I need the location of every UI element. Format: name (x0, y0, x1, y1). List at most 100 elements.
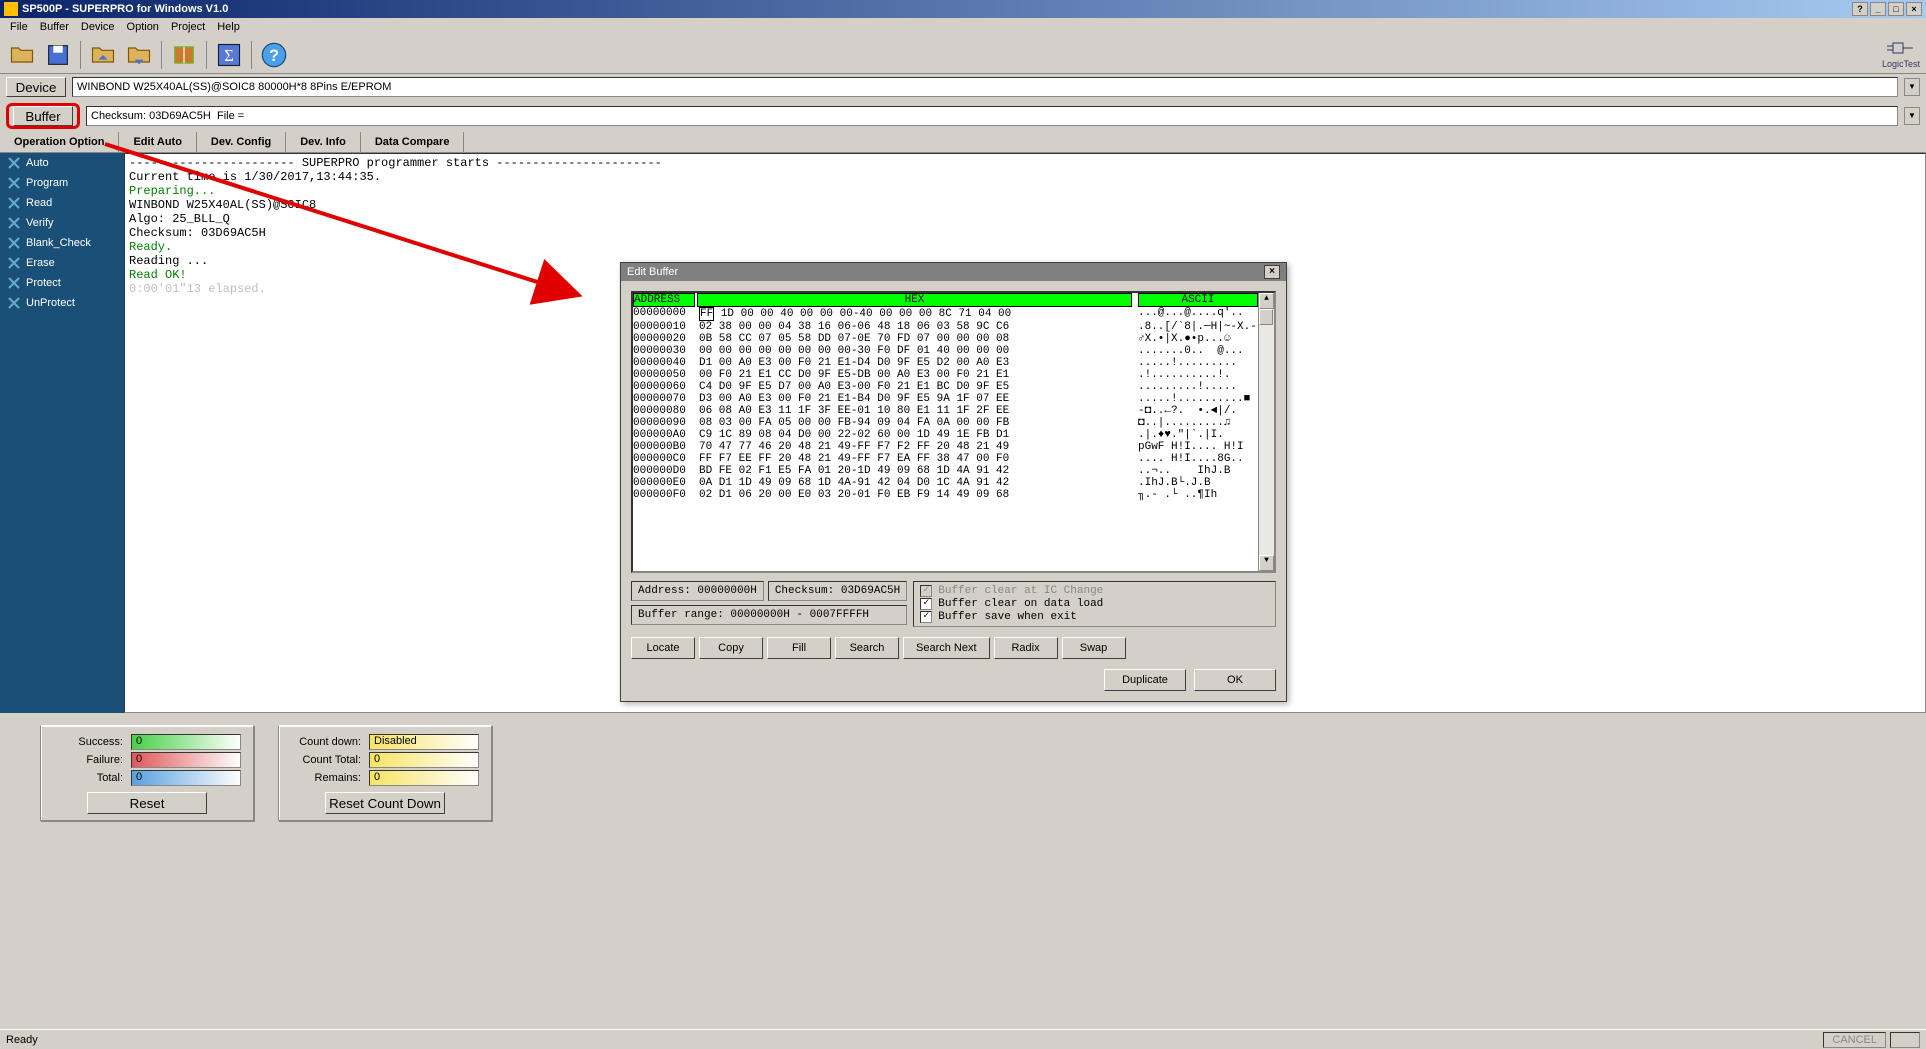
hex-row[interactable]: 0000001002 38 00 00 04 38 16 06-06 48 18… (633, 321, 1258, 333)
hex-row[interactable]: 00000040D1 00 A0 E3 00 F0 21 E1-D4 D0 9F… (633, 357, 1258, 369)
menu-project[interactable]: Project (165, 19, 211, 35)
x-icon (8, 297, 20, 309)
dialog-swap-button[interactable]: Swap (1062, 637, 1126, 659)
sigma-icon[interactable]: Σ (213, 39, 245, 71)
check-dataload[interactable]: ✓Buffer clear on data load (920, 598, 1269, 610)
logictest-button[interactable]: LogicTest (1882, 41, 1920, 69)
hex-row[interactable]: 000000D0BD FE 02 F1 E5 FA 01 20-1D 49 09… (633, 465, 1258, 477)
dialog-search-button[interactable]: Search (835, 637, 899, 659)
hex-scrollbar[interactable]: ▲ ▼ (1258, 293, 1274, 571)
book-icon[interactable] (168, 39, 200, 71)
hex-row[interactable]: 00000060C4 D0 9F E5 D7 00 A0 E3-00 F0 21… (633, 381, 1258, 393)
hex-bytes[interactable]: 02 38 00 00 04 38 16 06-06 48 18 06 03 5… (699, 321, 1130, 333)
dialog-radix-button[interactable]: Radix (994, 637, 1058, 659)
hex-bytes[interactable]: FF F7 EE FF 20 48 21 49-FF F7 EA FF 38 4… (699, 453, 1130, 465)
status-cancel[interactable]: CANCEL (1823, 1032, 1886, 1048)
hex-row[interactable]: 000000200B 58 CC 07 05 58 DD 07-0E 70 FD… (633, 333, 1258, 345)
hex-row[interactable]: 0000008006 08 A0 E3 11 1F 3F EE-01 10 80… (633, 405, 1258, 417)
reset-countdown-button[interactable]: Reset Count Down (325, 792, 445, 814)
menu-file[interactable]: File (4, 19, 34, 35)
hex-bytes[interactable]: 70 47 77 46 20 48 21 49-FF F7 F2 FF 20 4… (699, 441, 1130, 453)
hex-bytes[interactable]: FF 1D 00 00 40 00 00 00-40 00 00 00 8C 7… (699, 307, 1130, 321)
sidebar-item-program[interactable]: Program (0, 173, 124, 193)
dialog-close-button[interactable]: × (1264, 265, 1280, 279)
hex-row[interactable]: 00000070D3 00 A0 E3 00 F0 21 E1-B4 D0 9F… (633, 393, 1258, 405)
checkbox-dataload[interactable]: ✓ (920, 598, 932, 610)
hex-ascii: pGwF H!I.... H!I (1138, 441, 1258, 453)
device-field[interactable]: WINBOND W25X40AL(SS)@SOIC8 80000H*8 8Pin… (72, 77, 1898, 97)
hex-addr: 00000090 (633, 417, 695, 429)
sidebar-item-verify[interactable]: Verify (0, 213, 124, 233)
x-icon (8, 177, 20, 189)
open-file-icon[interactable] (6, 39, 38, 71)
checkbox-saveexit[interactable]: ✓ (920, 611, 932, 623)
tab-dev-config[interactable]: Dev. Config (197, 132, 286, 152)
sidebar-item-auto[interactable]: Auto (0, 153, 124, 173)
hex-view[interactable]: ADDRESS HEX ASCII 00000000FF 1D 00 00 40… (631, 291, 1276, 573)
sidebar-item-protect[interactable]: Protect (0, 273, 124, 293)
hex-row[interactable]: 000000C0FF F7 EE FF 20 48 21 49-FF F7 EA… (633, 453, 1258, 465)
dialog-locate-button[interactable]: Locate (631, 637, 695, 659)
hex-bytes[interactable]: D1 00 A0 E3 00 F0 21 E1-D4 D0 9F E5 D2 0… (699, 357, 1130, 369)
device-dropdown-arrow[interactable]: ▼ (1904, 78, 1920, 96)
buffer-dropdown-arrow[interactable]: ▼ (1904, 107, 1920, 125)
dialog-checksum-box: Checksum: 03D69AC5H (768, 581, 907, 601)
tab-dev-info[interactable]: Dev. Info (286, 132, 361, 152)
close-button[interactable]: × (1906, 2, 1922, 16)
hex-row[interactable]: 00000090 08 03 00 FA 05 00 00 FB-94 09 04… (633, 417, 1258, 429)
load-project-icon[interactable] (87, 39, 119, 71)
hex-row[interactable]: 000000A0C9 1C 89 08 04 D0 00 22-02 60 00… (633, 429, 1258, 441)
tab-edit-auto[interactable]: Edit Auto (119, 132, 196, 152)
reset-button[interactable]: Reset (87, 792, 207, 814)
hex-row[interactable]: 0000005000 F0 21 E1 CC D0 9F E5-DB 00 A0… (633, 369, 1258, 381)
dialog-duplicate-button[interactable]: Duplicate (1104, 669, 1186, 691)
device-button[interactable]: Device (6, 77, 66, 97)
scroll-thumb[interactable] (1259, 309, 1273, 325)
hex-header-hex: HEX (697, 293, 1132, 307)
hex-row[interactable]: 0000003000 00 00 00 00 00 00 00-30 F0 DF… (633, 345, 1258, 357)
save-file-icon[interactable] (42, 39, 74, 71)
hex-bytes[interactable]: 02 D1 06 20 00 E0 03 20-01 F0 EB F9 14 4… (699, 489, 1130, 501)
buffer-button[interactable]: Buffer (13, 106, 73, 126)
hex-bytes[interactable]: BD FE 02 F1 E5 FA 01 20-1D 49 09 68 1D 4… (699, 465, 1130, 477)
check-saveexit[interactable]: ✓Buffer save when exit (920, 611, 1269, 623)
hex-bytes[interactable]: 0A D1 1D 49 09 68 1D 4A-91 42 04 D0 1C 4… (699, 477, 1130, 489)
save-project-icon[interactable] (123, 39, 155, 71)
sidebar-item-unprotect[interactable]: UnProtect (0, 293, 124, 313)
hex-bytes[interactable]: 00 00 00 00 00 00 00 00-30 F0 DF 01 40 0… (699, 345, 1130, 357)
scroll-up-icon[interactable]: ▲ (1259, 293, 1274, 309)
menu-device[interactable]: Device (75, 19, 121, 35)
hex-bytes[interactable]: 0B 58 CC 07 05 58 DD 07-0E 70 FD 07 00 0… (699, 333, 1130, 345)
hex-ascii: .IhJ.B└.J.B (1138, 477, 1258, 489)
help-icon[interactable]: ? (258, 39, 290, 71)
minimize-button[interactable]: _ (1870, 2, 1886, 16)
hex-bytes[interactable]: D3 00 A0 E3 00 F0 21 E1-B4 D0 9F E5 9A 1… (699, 393, 1130, 405)
menu-option[interactable]: Option (121, 19, 165, 35)
menu-help[interactable]: Help (211, 19, 246, 35)
scroll-down-icon[interactable]: ▼ (1259, 555, 1274, 571)
maximize-button[interactable]: □ (1888, 2, 1904, 16)
help-button[interactable]: ? (1852, 2, 1868, 16)
hex-row[interactable]: 000000F002 D1 06 20 00 E0 03 20-01 F0 EB… (633, 489, 1258, 501)
tab-data-compare[interactable]: Data Compare (361, 132, 465, 152)
sidebar-item-erase[interactable]: Erase (0, 253, 124, 273)
x-icon (8, 157, 20, 169)
hex-row[interactable]: 000000E00A D1 1D 49 09 68 1D 4A-91 42 04… (633, 477, 1258, 489)
hex-bytes[interactable]: 08 03 00 FA 05 00 00 FB-94 09 04 FA 0A 0… (699, 417, 1130, 429)
hex-row[interactable]: 00000000FF 1D 00 00 40 00 00 00-40 00 00… (633, 307, 1258, 321)
dialog-fill-button[interactable]: Fill (767, 637, 831, 659)
dialog-copy-button[interactable]: Copy (699, 637, 763, 659)
hex-bytes[interactable]: 00 F0 21 E1 CC D0 9F E5-DB 00 A0 E3 00 F… (699, 369, 1130, 381)
buffer-field[interactable]: Checksum: 03D69AC5H File = (86, 106, 1898, 126)
sidebar-item-blank_check[interactable]: Blank_Check (0, 233, 124, 253)
menu-buffer[interactable]: Buffer (34, 19, 75, 35)
tab-operation-option[interactable]: Operation Option (0, 132, 119, 152)
dialog-search-next-button[interactable]: Search Next (903, 637, 990, 659)
dialog-ok-button[interactable]: OK (1194, 669, 1276, 691)
hex-bytes[interactable]: C9 1C 89 08 04 D0 00 22-02 60 00 1D 49 1… (699, 429, 1130, 441)
hex-row[interactable]: 000000B070 47 77 46 20 48 21 49-FF F7 F2… (633, 441, 1258, 453)
dialog-titlebar[interactable]: Edit Buffer × (621, 263, 1286, 281)
hex-bytes[interactable]: C4 D0 9F E5 D7 00 A0 E3-00 F0 21 E1 BC D… (699, 381, 1130, 393)
hex-bytes[interactable]: 06 08 A0 E3 11 1F 3F EE-01 10 80 E1 11 1… (699, 405, 1130, 417)
sidebar-item-read[interactable]: Read (0, 193, 124, 213)
